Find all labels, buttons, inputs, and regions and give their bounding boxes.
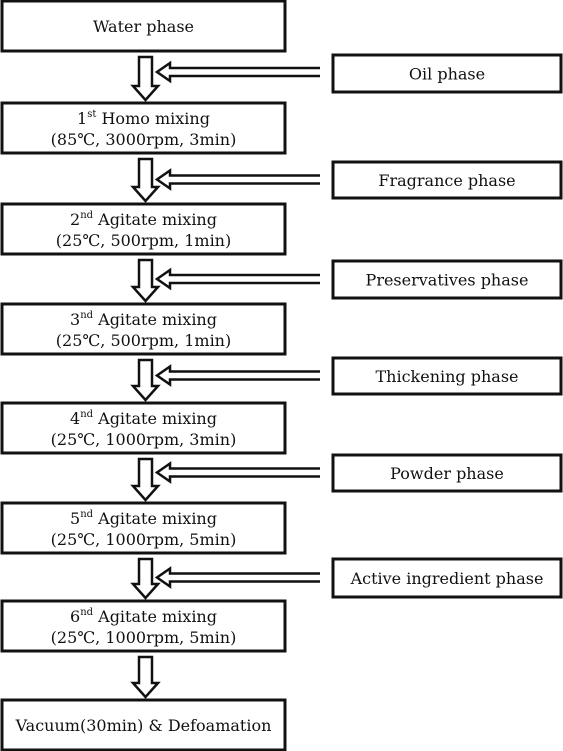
step-name: Agitate mixing [93, 409, 217, 428]
input-phase-label: Preservatives phase [366, 271, 529, 290]
down-arrow-icon [130, 655, 161, 699]
input-phase-box: Fragrance phase [331, 160, 563, 200]
step-ordinal-suffix: nd [80, 310, 93, 321]
input-phase-label: Powder phase [390, 464, 504, 483]
step-ordinal-suffix: nd [80, 509, 93, 520]
step-ordinal: 1 [77, 109, 87, 128]
step-ordinal: 2 [70, 210, 80, 229]
input-phase-label: Active ingredient phase [350, 569, 544, 588]
down-arrow-icon [130, 557, 161, 600]
step-ordinal: 4 [70, 409, 80, 428]
step-ordinal-suffix: nd [80, 409, 93, 420]
step-label: Vacuum(30min) & Defoamation [15, 716, 272, 735]
left-arrow-icon [154, 60, 320, 84]
step-name: Agitate mixing [93, 509, 217, 528]
input-phase-box: Powder phase [331, 453, 563, 493]
step-label: Water phase [93, 17, 194, 36]
process-step-box: 5nd Agitate mixing (25℃, 1000rpm, 5min) [0, 501, 287, 555]
input-phase-label: Fragrance phase [378, 171, 515, 190]
down-arrow-icon [130, 258, 161, 303]
step-name: Agitate mixing [93, 607, 217, 626]
step-ordinal: 5 [70, 509, 80, 528]
step-ordinal: 6 [70, 607, 80, 626]
step-ordinal: 3 [70, 310, 80, 329]
left-arrow-icon [154, 168, 320, 191]
step-ordinal-suffix: nd [80, 607, 93, 618]
step-parameters: (25℃, 1000rpm, 5min) [51, 530, 237, 549]
process-step-box: 2nd Agitate mixing (25℃, 500rpm, 1min) [0, 202, 287, 256]
process-step-box: 6nd Agitate mixing (25℃, 1000rpm, 5min) [0, 599, 287, 653]
step-ordinal-suffix: st [87, 109, 96, 120]
process-step-box: 3nd Agitate mixing (25℃, 500rpm, 1min) [0, 302, 287, 356]
input-phase-box: Thickening phase [331, 356, 563, 396]
down-arrow-icon [130, 55, 161, 102]
step-title: 1st Homo mixing [77, 109, 210, 128]
input-phase-label: Oil phase [409, 65, 485, 84]
left-arrow-icon [154, 267, 320, 291]
left-arrow-icon [154, 566, 320, 589]
input-phase-box: Oil phase [331, 53, 563, 94]
process-step-box: Water phase [0, 0, 287, 53]
process-step-box: 4nd Agitate mixing (25℃, 1000rpm, 3min) [0, 401, 287, 455]
left-arrow-icon [154, 461, 320, 484]
process-flow-diagram: Water phase 1st Homo mixing (85℃, 3000rpm,… [0, 0, 563, 751]
input-phase-box: Active ingredient phase [331, 557, 563, 599]
step-parameters: (25℃, 500rpm, 1min) [56, 231, 231, 250]
process-step-box: 1st Homo mixing (85℃, 3000rpm, 3min) [0, 101, 287, 155]
down-arrow-icon [130, 457, 161, 502]
down-arrow-icon [130, 358, 161, 402]
down-arrow-icon [130, 157, 161, 203]
step-parameters: (25℃, 1000rpm, 5min) [51, 628, 237, 647]
left-arrow-icon [154, 364, 320, 387]
step-parameters: (85℃, 3000rpm, 3min) [51, 130, 237, 149]
step-parameters: (25℃, 500rpm, 1min) [56, 331, 231, 350]
process-step-box: Vacuum(30min) & Defoamation [0, 698, 287, 751]
input-phase-label: Thickening phase [375, 367, 518, 386]
step-name: Agitate mixing [93, 210, 217, 229]
step-name: Agitate mixing [93, 310, 217, 329]
step-name: Homo mixing [96, 109, 210, 128]
step-parameters: (25℃, 1000rpm, 3min) [51, 430, 237, 449]
input-phase-box: Preservatives phase [331, 259, 563, 300]
step-ordinal-suffix: nd [80, 210, 93, 221]
